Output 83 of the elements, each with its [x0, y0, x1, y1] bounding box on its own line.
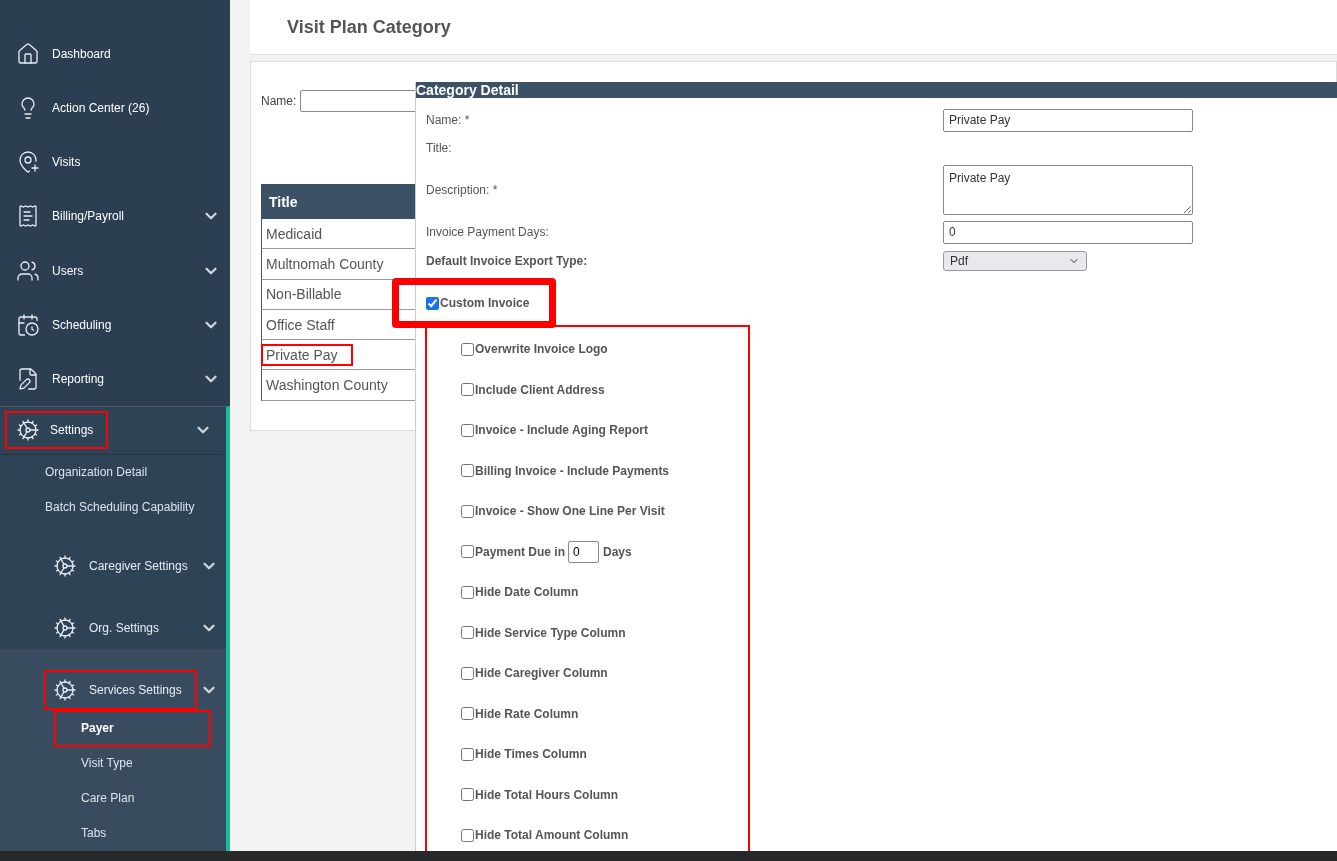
option-checkbox[interactable]: Invoice - Include Aging Report	[461, 423, 648, 438]
submenu-group-header[interactable]: Org. Settings	[0, 587, 226, 649]
checkbox[interactable]	[461, 747, 474, 761]
checkbox[interactable]	[461, 666, 474, 680]
submenu-link[interactable]: Care Plan	[55, 781, 210, 816]
checkbox[interactable]	[461, 504, 474, 518]
submenu-group-label: Org. Settings	[89, 621, 160, 635]
checkbox[interactable]	[461, 788, 474, 802]
checkbox[interactable]	[461, 707, 474, 721]
table-cell-text: Multnomah County	[265, 254, 385, 274]
sidebar-item[interactable]: Scheduling	[0, 297, 230, 352]
sidebar-item[interactable]: Dashboard	[0, 27, 230, 82]
checkbox[interactable]	[461, 545, 474, 559]
table-row[interactable]: Private Pay	[261, 340, 461, 371]
checkbox[interactable]	[461, 585, 474, 599]
days-input-field[interactable]: 0	[568, 540, 600, 563]
receipt-icon	[16, 204, 40, 229]
option-checkbox[interactable]: Hide Total Amount Column	[461, 828, 629, 843]
table-cell-text: Office Staff	[265, 315, 336, 335]
submenu-group-label: Services Settings	[89, 683, 182, 697]
text-input-field[interactable]: 0	[943, 220, 1193, 244]
detail-panel-title: Category Detail	[416, 82, 1337, 98]
document-pen-icon	[16, 366, 40, 391]
option-checkbox[interactable]: Billing Invoice - Include Payments	[461, 463, 670, 478]
option-checkbox[interactable]: Payment Due in	[461, 544, 566, 559]
sidebar-item-label: Scheduling	[52, 317, 113, 332]
checkbox[interactable]	[461, 828, 474, 842]
checkbox[interactable]	[461, 464, 474, 478]
submenu-link[interactable]: Organization Detail	[0, 455, 226, 490]
map-pin-plus-icon	[16, 150, 40, 175]
submenu-group-header[interactable]: Caregiver Settings	[0, 525, 226, 587]
sidebar-item-label: Billing/Payroll	[52, 209, 126, 224]
settings-menu-item[interactable]: Settings	[0, 407, 222, 455]
sidebar-item-label: Action Center (26)	[52, 101, 151, 116]
option-checkbox[interactable]: Hide Caregiver Column	[461, 666, 608, 681]
table-cell: Private Pay	[262, 344, 352, 365]
sidebar-item-label: Dashboard	[52, 47, 112, 62]
table-cell-text: Washington County	[265, 376, 389, 396]
sidebar-item[interactable]: Billing/Payroll	[0, 189, 230, 244]
days-label: Days	[603, 544, 632, 559]
export-type-dropdown[interactable]: Pdf	[943, 251, 1087, 271]
checkbox[interactable]	[461, 383, 474, 397]
checkbox[interactable]	[426, 296, 439, 310]
table-cell-text: Non-Billable	[265, 285, 343, 305]
calendar-clock-icon	[16, 312, 40, 337]
name-label: Name:	[261, 94, 297, 108]
gear-icon	[53, 678, 77, 702]
option-checkbox[interactable]: Include Client Address	[461, 382, 605, 397]
submenu-group-header[interactable]: Services Settings	[0, 649, 226, 711]
gear-icon	[16, 418, 40, 443]
house-icon	[16, 42, 40, 67]
checkbox[interactable]	[461, 423, 474, 437]
description-field[interactable]: Private Pay	[943, 165, 1193, 215]
checkbox[interactable]	[461, 342, 474, 356]
option-checkbox[interactable]: Hide Times Column	[461, 747, 587, 762]
option-checkbox[interactable]: Hide Total Hours Column	[461, 787, 619, 802]
sidebar-item[interactable]: Visits	[0, 135, 230, 190]
sidebar-item[interactable]: Users	[0, 243, 230, 298]
field-label: Title:	[426, 141, 453, 155]
table-cell-text: Medicaid	[265, 224, 324, 244]
sidebar-item[interactable]: Action Center (26)	[0, 81, 230, 136]
gear-icon	[53, 554, 77, 578]
submenu-link[interactable]: Visit Type	[55, 746, 210, 781]
text-input-field[interactable]: Private Pay	[943, 108, 1193, 132]
sidebar-item[interactable]: Reporting	[0, 351, 230, 406]
submenu-group-label: Caregiver Settings	[89, 559, 188, 573]
submenu-link[interactable]: Tabs	[55, 816, 210, 851]
submenu-link[interactable]: Batch Scheduling Capability	[0, 490, 226, 525]
option-checkbox[interactable]: Overwrite Invoice Logo	[461, 342, 608, 357]
option-checkbox[interactable]: Hide Date Column	[461, 585, 579, 600]
option-checkbox[interactable]: Invoice - Show One Line Per Visit	[461, 504, 665, 519]
checkbox[interactable]	[461, 626, 474, 640]
field-label: Name: *	[426, 113, 471, 127]
sidebar-item-label: Visits	[52, 155, 82, 170]
settings-label: Settings	[50, 423, 94, 438]
submenu-link[interactable]: Payer	[55, 711, 210, 746]
option-checkbox[interactable]: Hide Rate Column	[461, 706, 579, 721]
gear-icon	[53, 616, 77, 640]
sidebar-item-label: Users	[52, 263, 85, 278]
page-title: Visit Plan Category	[287, 16, 451, 38]
users-icon	[16, 258, 40, 283]
sidebar-item-label: Reporting	[52, 371, 106, 386]
option-checkbox[interactable]: Hide Service Type Column	[461, 625, 626, 640]
